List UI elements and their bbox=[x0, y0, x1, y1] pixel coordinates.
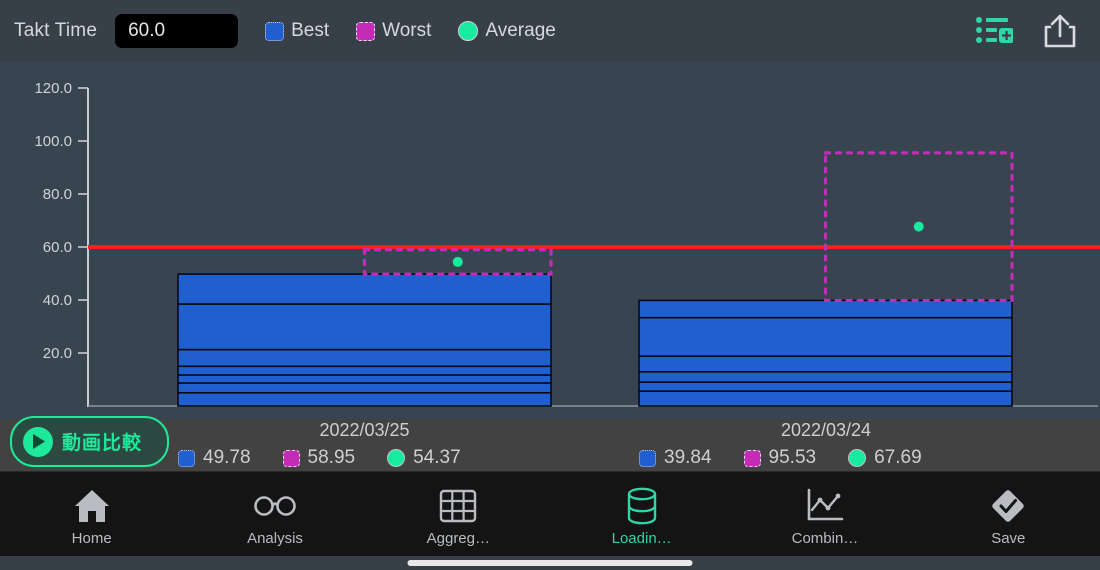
bar-segment-best[interactable] bbox=[177, 348, 552, 368]
tab-label-aggregate: Aggreg… bbox=[426, 529, 490, 547]
legend-label-average: Average bbox=[485, 20, 556, 41]
value-text-average-0: 54.37 bbox=[413, 447, 461, 468]
list-add-icon[interactable] bbox=[972, 9, 1016, 53]
grid-table-icon bbox=[439, 486, 477, 526]
share-export-icon[interactable] bbox=[1038, 9, 1082, 53]
takt-time-label: Takt Time bbox=[14, 20, 98, 41]
value-text-average-1: 67.69 bbox=[874, 447, 922, 468]
header-icon-group bbox=[972, 9, 1100, 53]
value-text-best-0: 49.78 bbox=[203, 447, 251, 468]
bar-segment-best[interactable] bbox=[177, 374, 552, 384]
best-swatch-icon bbox=[639, 449, 656, 467]
value-average-1: 67.69 bbox=[848, 447, 922, 469]
group-values-0: 49.78 58.95 54.37 bbox=[178, 447, 493, 469]
value-worst-0: 58.95 bbox=[282, 447, 356, 469]
value-best-1: 39.84 bbox=[639, 447, 712, 469]
value-text-best-1: 39.84 bbox=[664, 447, 712, 468]
worst-swatch-icon bbox=[356, 21, 376, 41]
tab-label-analysis: Analysis bbox=[247, 529, 303, 547]
tab-analysis[interactable]: Analysis bbox=[183, 472, 366, 556]
tab-home[interactable]: Home bbox=[0, 472, 183, 556]
video-compare-button[interactable]: 動画比較 bbox=[10, 416, 169, 467]
y-tick-label: 120.0 bbox=[34, 80, 72, 97]
average-swatch-icon bbox=[387, 449, 406, 467]
worst-swatch-icon bbox=[282, 449, 300, 467]
y-tick-label: 80.0 bbox=[43, 186, 72, 203]
bottom-tab-bar: Home Analysis Aggreg… Loadin… Combin… Sa… bbox=[0, 471, 1100, 556]
tab-aggregate[interactable]: Aggreg… bbox=[367, 472, 550, 556]
bar-group-layer bbox=[177, 273, 1013, 407]
y-tick-label: 40.0 bbox=[43, 292, 72, 309]
tab-label-home: Home bbox=[71, 529, 112, 547]
bar-segment-best[interactable] bbox=[638, 316, 1013, 357]
bar-segment-best[interactable] bbox=[177, 391, 552, 407]
play-icon bbox=[23, 426, 53, 457]
app-root: Takt Time Best Worst Average bbox=[0, 0, 1100, 570]
group-date-1: 2022/03/24 bbox=[780, 420, 872, 440]
bar-segment-best[interactable] bbox=[638, 370, 1013, 383]
legend-item-best[interactable]: Best bbox=[265, 20, 329, 42]
value-best-0: 49.78 bbox=[178, 447, 251, 469]
tab-label-loading: Loadin… bbox=[611, 529, 672, 547]
value-worst-1: 95.53 bbox=[743, 447, 817, 469]
legend-label-worst: Worst bbox=[382, 20, 432, 41]
value-text-worst-1: 95.53 bbox=[768, 447, 817, 468]
diamond-check-icon bbox=[989, 486, 1027, 526]
glasses-icon bbox=[252, 486, 298, 526]
value-average-0: 54.37 bbox=[387, 447, 461, 469]
bar-segment-best[interactable] bbox=[638, 381, 1013, 392]
bar-chart: 120.0 100.0 80.0 60.0 40.0 20.0 bbox=[34, 80, 1100, 407]
home-indicator bbox=[407, 560, 693, 566]
video-compare-label: 動画比較 bbox=[62, 433, 143, 454]
best-swatch-icon bbox=[265, 21, 285, 41]
value-text-worst-0: 58.95 bbox=[307, 447, 356, 468]
group-values-1: 39.84 95.53 67.69 bbox=[639, 447, 954, 469]
tab-save[interactable]: Save bbox=[917, 472, 1100, 556]
legend-label-best: Best bbox=[291, 20, 330, 41]
y-tick-label: 60.0 bbox=[43, 239, 72, 256]
bar-segment-best[interactable] bbox=[177, 365, 552, 376]
bar-segment-best[interactable] bbox=[638, 355, 1013, 373]
bar-segment-best[interactable] bbox=[177, 303, 552, 351]
average-marker-dot[interactable] bbox=[452, 256, 463, 267]
takt-time-input[interactable] bbox=[115, 14, 239, 48]
legend-item-average[interactable]: Average bbox=[458, 20, 556, 42]
bar-segment-best[interactable] bbox=[177, 273, 552, 305]
worst-swatch-icon bbox=[743, 449, 761, 467]
tab-combine[interactable]: Combin… bbox=[733, 472, 916, 556]
header-toolbar: Takt Time Best Worst Average bbox=[0, 0, 1100, 62]
average-marker-dot[interactable] bbox=[913, 221, 924, 232]
tab-label-combine: Combin… bbox=[791, 529, 859, 547]
y-axis-ticks: 120.0 100.0 80.0 60.0 40.0 20.0 bbox=[34, 80, 88, 362]
average-swatch-icon bbox=[848, 449, 867, 467]
legend-item-worst[interactable]: Worst bbox=[356, 20, 431, 42]
average-swatch-icon bbox=[458, 21, 479, 41]
tab-loading[interactable]: Loadin… bbox=[550, 472, 733, 556]
bar-segment-best[interactable] bbox=[638, 299, 1013, 319]
bar-segment-best[interactable] bbox=[638, 390, 1013, 407]
group-date-0: 2022/03/25 bbox=[319, 420, 410, 440]
chart-plot-area: 120.0 100.0 80.0 60.0 40.0 20.0 bbox=[0, 62, 1100, 419]
best-swatch-icon bbox=[178, 449, 195, 467]
home-icon bbox=[72, 486, 112, 526]
y-tick-label: 20.0 bbox=[43, 345, 72, 362]
tab-label-save: Save bbox=[991, 529, 1026, 547]
bar-segment-best[interactable] bbox=[177, 382, 552, 394]
line-chart-icon bbox=[805, 486, 845, 526]
y-tick-label: 100.0 bbox=[34, 133, 72, 150]
database-icon bbox=[625, 486, 659, 526]
